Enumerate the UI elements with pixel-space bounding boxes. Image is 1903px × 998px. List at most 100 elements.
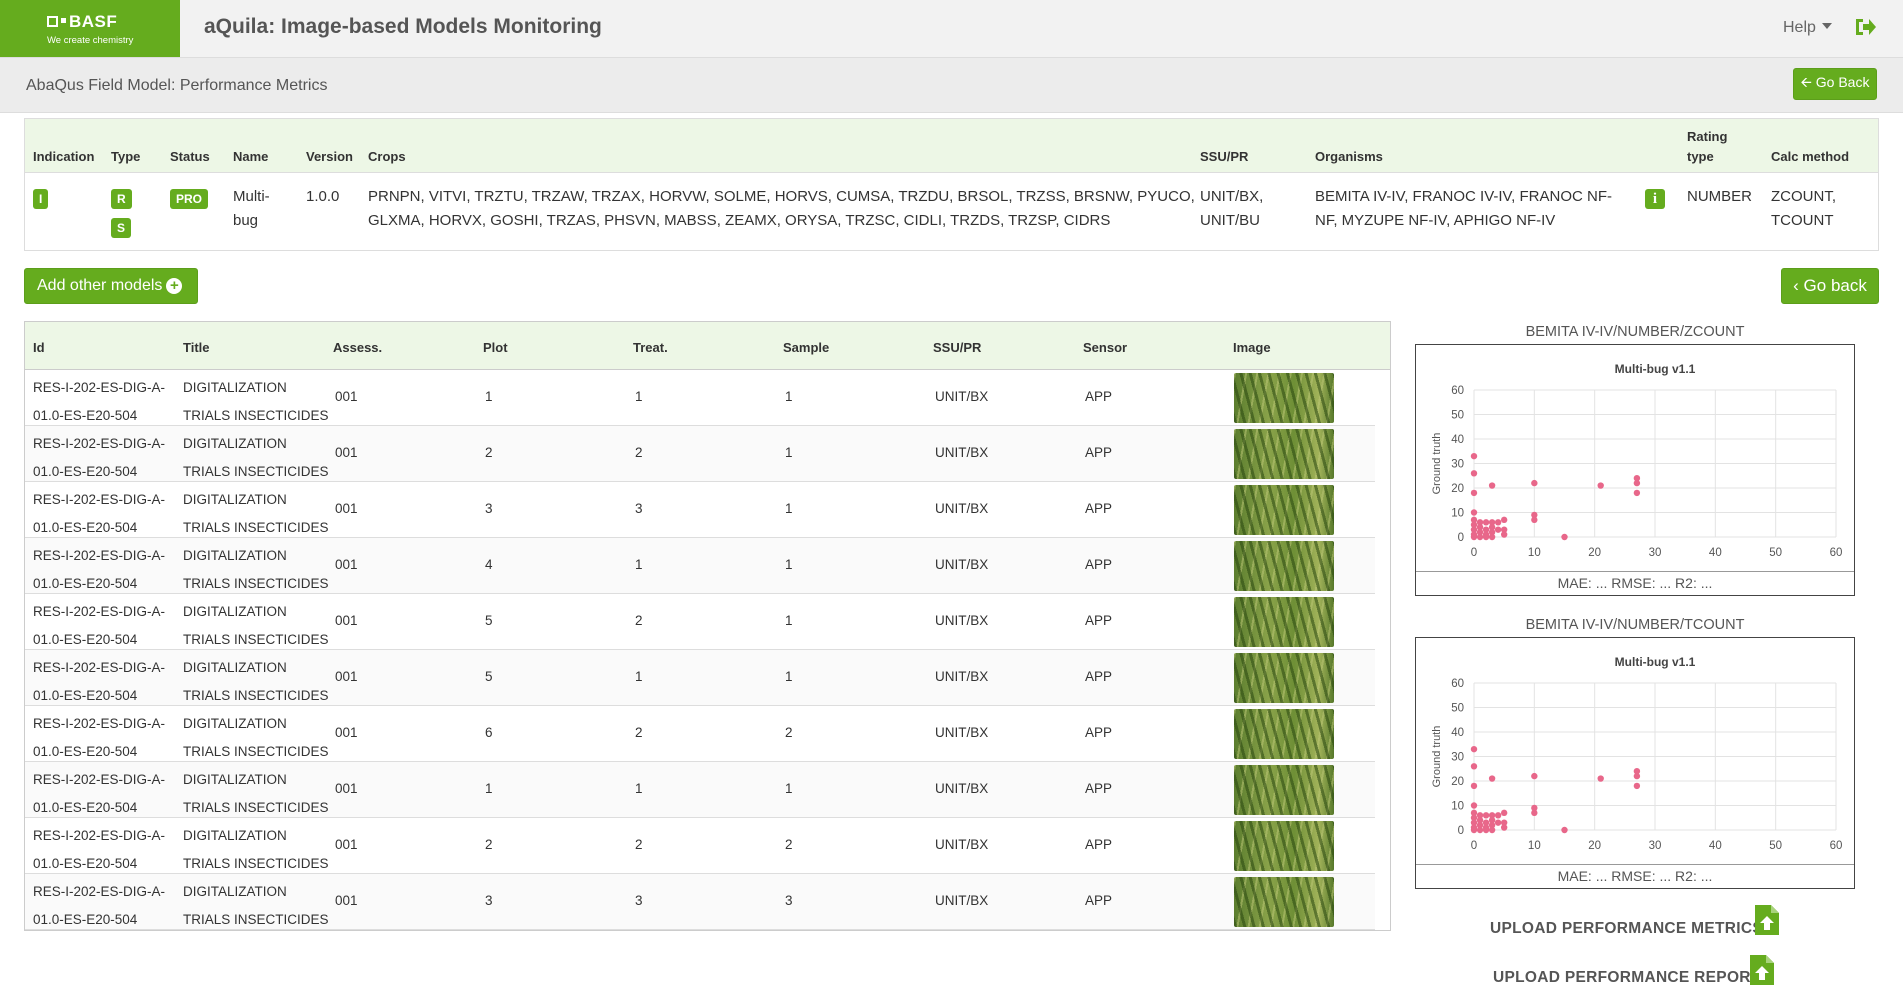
cell-id: RES-I-202-ES-DIG-A- 01.0-ES-E20-504 bbox=[33, 604, 166, 647]
cell-assess: 001 bbox=[335, 613, 358, 628]
crop-image-thumbnail[interactable] bbox=[1234, 373, 1334, 423]
y-tick-label: 40 bbox=[1451, 727, 1464, 739]
table-row[interactable]: RES-I-202-ES-DIG-A- 01.0-ES-E20-504 DIGITA… bbox=[25, 762, 1375, 818]
data-point bbox=[1561, 826, 1568, 834]
cell-assess: 001 bbox=[335, 893, 358, 908]
cell-id: RES-I-202-ES-DIG-A- 01.0-ES-E20-504 bbox=[33, 492, 166, 535]
crop-image-thumbnail[interactable] bbox=[1234, 485, 1334, 535]
cell-sample: 2 bbox=[785, 725, 793, 740]
cell-sample: 1 bbox=[785, 557, 793, 572]
y-tick-label: 20 bbox=[1451, 483, 1464, 495]
y-axis-label: Ground truth bbox=[1431, 726, 1443, 788]
cell-treat: 2 bbox=[635, 445, 643, 460]
th-assess[interactable]: Assess. bbox=[333, 340, 382, 355]
help-label: Help bbox=[1783, 19, 1816, 36]
basf-logo[interactable]: BASF We create chemistry bbox=[0, 0, 180, 57]
th-ssu[interactable]: SSU/PR bbox=[933, 340, 981, 355]
crop-image-thumbnail[interactable] bbox=[1234, 877, 1334, 927]
cell-ssu: UNIT/BX bbox=[935, 725, 989, 740]
cell-t: DIGITALIZATION TRIALS INSECTICIDES bbox=[183, 828, 329, 871]
crop-image-thumbnail[interactable] bbox=[1234, 653, 1334, 703]
th-id[interactable]: Id bbox=[33, 340, 45, 355]
file-upload-icon[interactable] bbox=[1750, 955, 1774, 985]
model-rating-type: NUMBER bbox=[1687, 188, 1753, 205]
cell-treat: 1 bbox=[635, 669, 643, 684]
data-point bbox=[1500, 516, 1508, 524]
cell-id: RES-I-202-ES-DIG-A- 01.0-ES-E20-504 bbox=[33, 828, 166, 871]
data-point bbox=[1488, 533, 1496, 541]
y-tick-label: 0 bbox=[1458, 825, 1464, 837]
app-title: aQuila: Image-based Models Monitoring bbox=[204, 15, 602, 38]
th-sensor[interactable]: Sensor bbox=[1083, 340, 1127, 355]
data-point bbox=[1494, 526, 1502, 533]
cell-t: DIGITALIZATION TRIALS INSECTICIDES bbox=[183, 380, 329, 423]
go-back-button[interactable]: 🡨 Go Back bbox=[1793, 68, 1877, 100]
upload-metrics-link[interactable]: UPLOAD PERFORMANCE METRICS bbox=[1490, 920, 1763, 938]
x-tick-label: 10 bbox=[1528, 840, 1541, 852]
cell-assess: 001 bbox=[335, 557, 358, 572]
cell-treat: 2 bbox=[635, 837, 643, 852]
table-row[interactable]: RES-I-202-ES-DIG-A- 01.0-ES-E20-504 DIGITA… bbox=[25, 538, 1375, 594]
cell-treat: 1 bbox=[635, 781, 643, 796]
crop-image-thumbnail[interactable] bbox=[1234, 765, 1334, 815]
data-point bbox=[1488, 775, 1496, 782]
go-back-button-secondary[interactable]: ‹ Go back bbox=[1781, 268, 1879, 304]
upload-report-link[interactable]: UPLOAD PERFORMANCE REPORT bbox=[1493, 969, 1761, 987]
col-organisms: Organisms bbox=[1315, 149, 1383, 164]
model-calc-method: ZCOUNT, TCOUNT bbox=[1771, 188, 1836, 229]
x-tick-label: 10 bbox=[1528, 547, 1541, 559]
th-sample[interactable]: Sample bbox=[783, 340, 829, 355]
cell-sensor: APP bbox=[1085, 781, 1113, 796]
table-row[interactable]: RES-I-202-ES-DIG-A- 01.0-ES-E20-504 DIGITA… bbox=[25, 482, 1375, 538]
add-other-models-button[interactable]: Add other models + bbox=[24, 268, 198, 304]
data-point bbox=[1488, 826, 1496, 834]
cell-t: DIGITALIZATION TRIALS INSECTICIDES bbox=[183, 436, 329, 479]
data-point bbox=[1597, 482, 1604, 489]
model-version: 1.0.0 bbox=[306, 188, 340, 205]
cell-assess: 001 bbox=[335, 389, 358, 404]
table-row[interactable]: RES-I-202-ES-DIG-A- 01.0-ES-E20-504 DIGITA… bbox=[25, 706, 1375, 762]
chart-heading-tcount: BEMITA IV-IV/NUMBER/TCOUNT bbox=[1525, 617, 1745, 633]
help-dropdown[interactable]: Help bbox=[1783, 19, 1832, 37]
crop-image-thumbnail[interactable] bbox=[1234, 429, 1334, 479]
arrow-left-icon: 🡨 bbox=[1800, 74, 1816, 90]
cell-plot: 6 bbox=[485, 725, 493, 740]
cell-ssu: UNIT/BX bbox=[935, 669, 989, 684]
x-tick-label: 40 bbox=[1709, 840, 1722, 852]
info-icon[interactable]: i bbox=[1645, 189, 1665, 209]
crop-image-thumbnail[interactable] bbox=[1234, 541, 1334, 591]
cell-sample: 1 bbox=[785, 501, 793, 516]
col-ssu: SSU/PR bbox=[1200, 149, 1249, 164]
cell-assess: 001 bbox=[335, 837, 358, 852]
data-point bbox=[1470, 452, 1478, 460]
data-point bbox=[1500, 809, 1508, 817]
crop-image-thumbnail[interactable] bbox=[1234, 821, 1334, 871]
model-ssu: UNIT/BX, UNIT/BU bbox=[1200, 188, 1264, 229]
data-point bbox=[1470, 826, 1478, 834]
th-treat[interactable]: Treat. bbox=[633, 340, 668, 355]
th-title[interactable]: Title bbox=[183, 340, 210, 355]
scatter-chart-tcount: Multi-bug v1.1 0 10 20 30 40 50 60 0 10 20 30 40 50 60… bbox=[1415, 637, 1855, 889]
cell-t: DIGITALIZATION TRIALS INSECTICIDES bbox=[183, 492, 329, 535]
table-row[interactable]: RES-I-202-ES-DIG-A- 01.0-ES-E20-504 DIGITA… bbox=[25, 594, 1375, 650]
table-row[interactable]: RES-I-202-ES-DIG-A- 01.0-ES-E20-504 DIGITA… bbox=[25, 874, 1375, 930]
th-plot[interactable]: Plot bbox=[483, 340, 508, 355]
logo-tagline: We create chemistry bbox=[47, 35, 134, 46]
table-row[interactable]: RES-I-202-ES-DIG-A- 01.0-ES-E20-504 DIGITA… bbox=[25, 426, 1375, 482]
data-point bbox=[1494, 812, 1502, 819]
cell-assess: 001 bbox=[335, 669, 358, 684]
cell-plot: 5 bbox=[485, 669, 493, 684]
file-upload-icon[interactable] bbox=[1755, 905, 1779, 935]
x-tick-label: 0 bbox=[1471, 547, 1477, 559]
table-row[interactable]: RES-I-202-ES-DIG-A- 01.0-ES-E20-504 DIGITA… bbox=[25, 370, 1375, 426]
crop-image-thumbnail[interactable] bbox=[1234, 597, 1334, 647]
data-point bbox=[1531, 479, 1538, 487]
scatter-plot-tcount: Multi-bug v1.1 0 10 20 30 40 50 60 0 10 20 30 40 50 60… bbox=[1431, 655, 1842, 852]
data-point bbox=[1482, 812, 1490, 819]
table-row[interactable]: RES-I-202-ES-DIG-A- 01.0-ES-E20-504 DIGITA… bbox=[25, 818, 1375, 874]
cell-sensor: APP bbox=[1085, 893, 1113, 908]
logout-icon[interactable] bbox=[1853, 16, 1877, 38]
table-row[interactable]: RES-I-202-ES-DIG-A- 01.0-ES-E20-504 DIGITA… bbox=[25, 650, 1375, 706]
crop-image-thumbnail[interactable] bbox=[1234, 709, 1334, 759]
col-status: Status bbox=[170, 149, 210, 164]
